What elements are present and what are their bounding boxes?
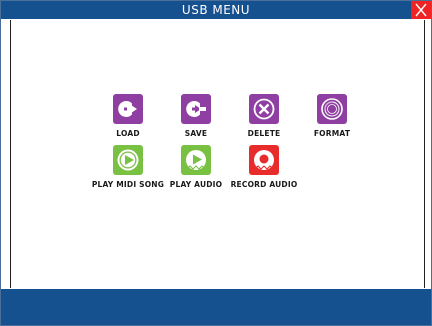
record-audio-label: RECORD AUDIO	[230, 180, 298, 189]
usb-menu-screen: USB MENU LOAD SAVE DELETE FORMAT PLAY MI…	[0, 0, 432, 326]
load-icon	[113, 94, 143, 124]
format-icon	[317, 94, 347, 124]
save-icon	[181, 94, 211, 124]
delete-icon	[249, 94, 279, 124]
close-button[interactable]	[411, 1, 431, 19]
bottom-bar	[1, 289, 431, 325]
record-audio-icon	[249, 145, 279, 175]
play-audio-icon	[181, 145, 211, 175]
record-audio-button[interactable]: RECORD AUDIO	[222, 145, 306, 201]
format-label: FORMAT	[313, 129, 351, 138]
title-bar: USB MENU	[1, 1, 431, 19]
play-midi-song-icon	[113, 145, 143, 175]
format-button[interactable]: FORMAT	[290, 94, 374, 150]
window-title: USB MENU	[181, 3, 251, 17]
close-icon	[415, 3, 427, 17]
menu-area: LOAD SAVE DELETE FORMAT PLAY MIDI SONG P…	[10, 20, 425, 288]
